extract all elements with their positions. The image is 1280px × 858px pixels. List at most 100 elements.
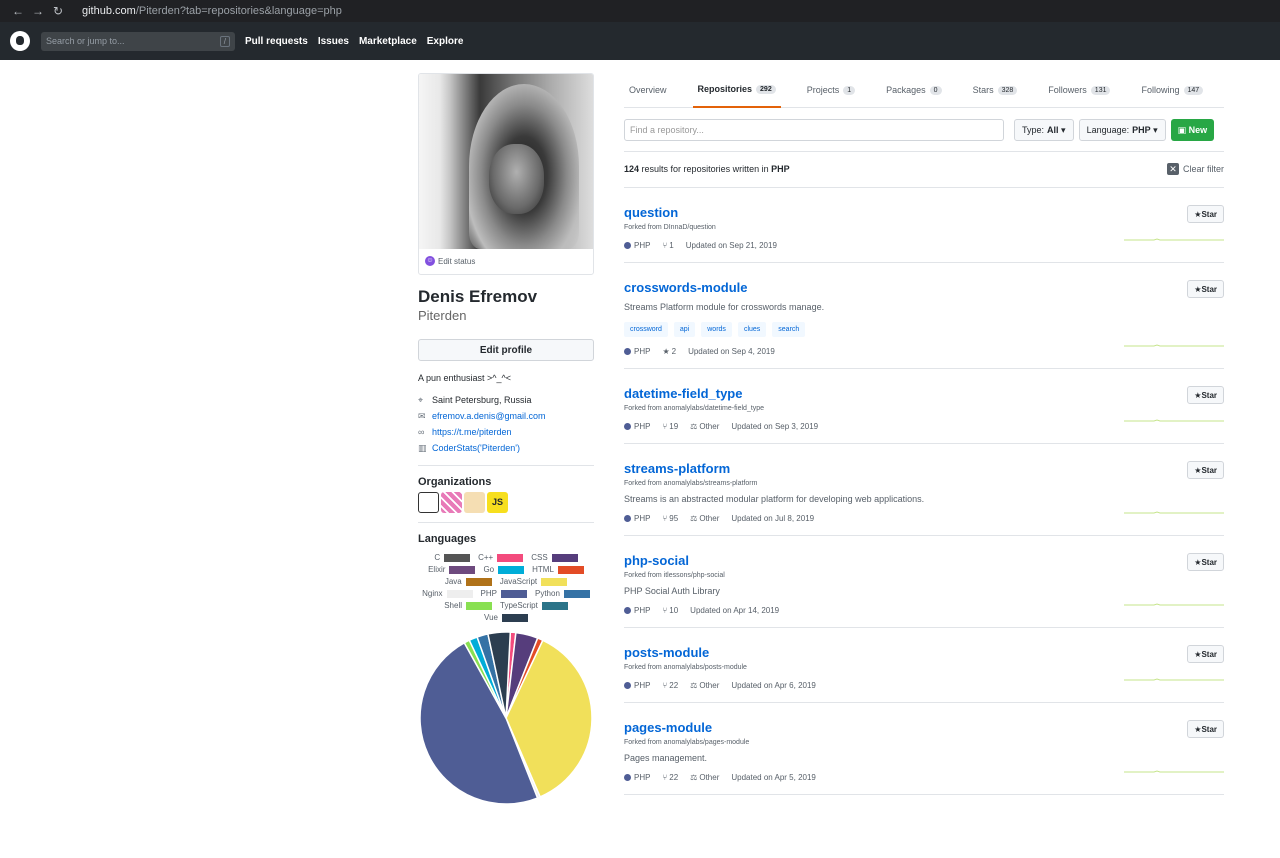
type-label: Type: [1022,125,1045,135]
topic-tag[interactable]: words [701,322,732,337]
license: ⚖ Other [690,681,719,690]
star-button[interactable]: ★ Star [1187,205,1224,223]
type-select[interactable]: Type: All ▾ [1014,119,1074,141]
star-button[interactable]: ★ Star [1187,553,1224,571]
law-icon: ⚖ [690,422,698,431]
new-repo-button[interactable]: ▣ New [1170,119,1215,141]
repo-name-link[interactable]: crosswords-module [624,280,1224,295]
forks-count[interactable]: ⑂ 22 [662,773,678,782]
repo-meta: PHP ⑂ 1 Updated on Sep 21, 2019 [624,241,1224,250]
tab-label: Repositories [697,84,753,94]
forks-count[interactable]: ⑂ 95 [662,514,678,523]
edit-status-button[interactable]: ☺ Edit status [419,249,593,273]
star-icon: ★ [1194,390,1202,400]
legend-swatch [466,601,492,610]
repo-item: question Forked from DInnaD/question PHP ⑂ 1… [624,188,1224,263]
close-icon: ✕ [1166,163,1179,175]
tab-repositories[interactable]: Repositories 292 [692,73,781,108]
legend-item: PHP [481,589,527,598]
repo-name-link[interactable]: pages-module [624,720,1224,735]
repo-name-link[interactable]: question [624,205,1224,220]
clear-filter-button[interactable]: ✕ Clear filter [1166,163,1224,175]
star-button[interactable]: ★ Star [1187,720,1224,738]
legend-item: C++ [478,553,524,562]
repo-meta: PHP ⑂ 22 ⚖ Other Updated on Apr 5, 2019 [624,773,1224,782]
tab-packages[interactable]: Packages 0 [881,73,946,108]
repo-description: Pages management. [624,753,708,763]
org-avatar[interactable] [464,492,485,513]
tab-overview[interactable]: Overview [624,73,672,108]
find-repository-input[interactable] [624,119,1004,141]
website-link[interactable]: https://t.me/piterden [432,427,512,437]
coderstats-link[interactable]: CoderStats('Piterden') [432,443,520,453]
edit-status-label: Edit status [438,256,476,266]
org-avatar[interactable] [441,492,462,513]
legend-label: Nginx [422,589,443,598]
repo-item: pages-module Forked from anomalylabs/page… [624,703,1224,795]
search-input[interactable] [46,36,206,46]
stars-count[interactable]: ★ 2 [662,347,676,356]
repo-meta: PHP ⑂ 19 ⚖ Other Updated on Sep 3, 2019 [624,422,1224,431]
star-button[interactable]: ★ Star [1187,461,1224,479]
updated-at: Updated on Jul 8, 2019 [731,514,815,523]
nav-link[interactable]: Marketplace [359,36,417,47]
forks-count[interactable]: ⑂ 22 [662,681,678,690]
star-button[interactable]: ★ Star [1187,645,1224,663]
legend-label: HTML [532,565,554,574]
repo-language: PHP [624,514,650,523]
repo-name-link[interactable]: streams-platform [624,461,1224,476]
license: ⚖ Other [690,422,719,431]
forward-icon[interactable]: → [28,4,48,18]
org-avatar[interactable] [418,492,439,513]
star-icon: ★ [1194,557,1202,567]
topic-tag[interactable]: clues [737,322,767,337]
forks-count[interactable]: ⑂ 19 [662,422,678,431]
avatar-photo [419,74,593,249]
legend-row: Vue [422,613,590,622]
nav-link[interactable]: Pull requests [245,36,308,47]
repo-item: streams-platform Forked from anomalylabs/… [624,444,1224,536]
nav-link[interactable]: Issues [318,36,349,47]
tab-label: Followers [1048,85,1087,95]
star-button[interactable]: ★ Star [1187,280,1224,298]
edit-profile-button[interactable]: Edit profile [418,339,594,361]
tab-followers[interactable]: Followers 131 [1043,73,1115,108]
repo-name-link[interactable]: datetime-field_type [624,386,1224,401]
tab-count: 292 [756,84,776,94]
repo-name-link[interactable]: php-social [624,553,1224,568]
nav-link[interactable]: Explore [427,36,464,47]
star-icon: ★ [1194,724,1202,734]
github-header: / Pull requests Issues Marketplace Explore [0,22,1280,60]
stats: ▥ CoderStats('Piterden') [418,440,594,456]
header-nav: Pull requests Issues Marketplace Explore [245,36,473,47]
email-link[interactable]: efremov.a.denis@gmail.com [432,411,546,421]
reload-icon[interactable]: ↻ [48,4,68,18]
slash-shortcut: / [219,35,230,47]
avatar[interactable]: ☺ Edit status [418,73,594,275]
language-name: PHP [634,681,651,690]
results-count: 124 [624,164,640,174]
forks-count[interactable]: ⑂ 10 [662,606,678,615]
topic-tag[interactable]: search [772,322,806,337]
topic-tag[interactable]: api [673,322,696,337]
github-logo-icon[interactable] [10,31,30,51]
repo-name-link[interactable]: posts-module [624,645,1224,660]
language-select[interactable]: Language: PHP ▾ [1078,119,1166,141]
fork-source: Forked from DInnaD/question [624,224,716,231]
filter-bar: Type:All ▾ Language:PHP ▾ ▣ New [624,119,1224,152]
repo-language: PHP [624,606,650,615]
tab-following[interactable]: Following 147 [1136,73,1208,108]
address-bar[interactable]: github.com/Piterden?tab=repositories&lan… [82,5,342,17]
back-icon[interactable]: ← [8,4,28,18]
profile-sidebar: ☺ Edit status Denis Efremov Piterden Edit… [418,73,594,811]
tab-stars[interactable]: Stars 328 [968,73,1023,108]
star-icon: ★ [1194,649,1202,659]
topic-tag[interactable]: crossword [624,322,668,337]
search-box[interactable]: / [41,31,235,51]
tab-projects[interactable]: Projects 1 [802,73,860,108]
forks-count[interactable]: ⑂ 1 [662,241,673,250]
language-name: PHP [634,514,651,523]
star-button[interactable]: ★ Star [1187,386,1224,404]
stat-value: 1 [669,241,674,250]
org-avatar-js[interactable]: JS [487,492,508,513]
